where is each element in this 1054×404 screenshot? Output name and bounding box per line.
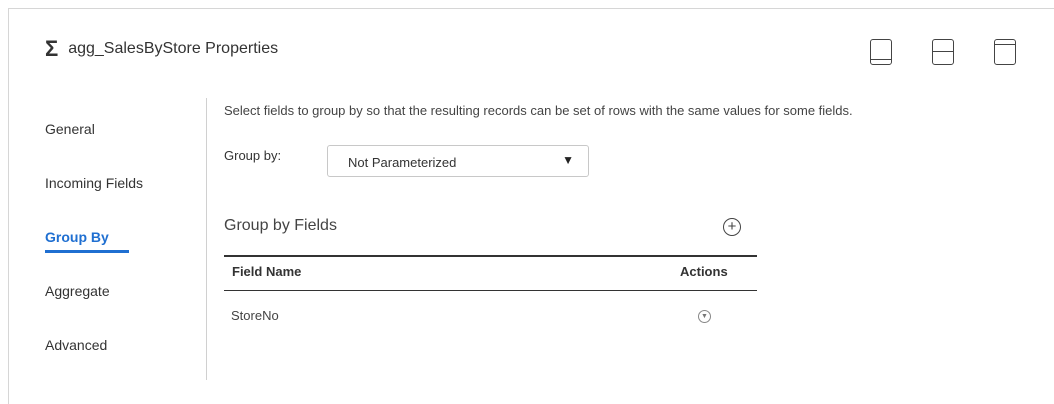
add-field-icon[interactable]: + — [723, 218, 741, 236]
active-tab-indicator — [45, 250, 129, 253]
group-by-fields-title: Group by Fields — [224, 217, 337, 234]
tab-advanced[interactable]: Advanced — [45, 337, 107, 353]
tab-incoming-fields[interactable]: Incoming Fields — [45, 175, 143, 191]
table-header-rule — [224, 290, 757, 291]
panel-bottom-icon[interactable] — [870, 39, 892, 65]
row-actions-icon[interactable]: ▼ — [698, 310, 711, 323]
group-by-select[interactable]: Not Parameterized ▼ — [327, 145, 589, 177]
group-by-select-value: Not Parameterized — [348, 155, 457, 170]
properties-panel — [8, 8, 1054, 404]
panel-title: agg_SalesByStore Properties — [68, 40, 279, 57]
dropdown-arrow-icon: ▼ — [562, 153, 574, 167]
panel-top-icon[interactable] — [994, 39, 1016, 65]
panel-header: Σ agg_SalesByStore Properties — [45, 36, 278, 62]
tabs-divider — [206, 98, 207, 380]
tab-general[interactable]: General — [45, 121, 95, 137]
column-header-field-name: Field Name — [232, 264, 302, 279]
sigma-icon: Σ — [45, 36, 59, 61]
column-header-actions: Actions — [680, 264, 728, 279]
tab-group-by[interactable]: Group By — [45, 229, 109, 245]
table-row-field-name: StoreNo — [231, 308, 279, 323]
group-by-description: Select fields to group by so that the re… — [224, 103, 853, 118]
tab-aggregate[interactable]: Aggregate — [45, 283, 110, 299]
panel-split-icon[interactable] — [932, 39, 954, 65]
view-toggle-group — [870, 39, 1016, 65]
table-top-rule — [224, 255, 757, 257]
group-by-label: Group by: — [224, 148, 282, 163]
